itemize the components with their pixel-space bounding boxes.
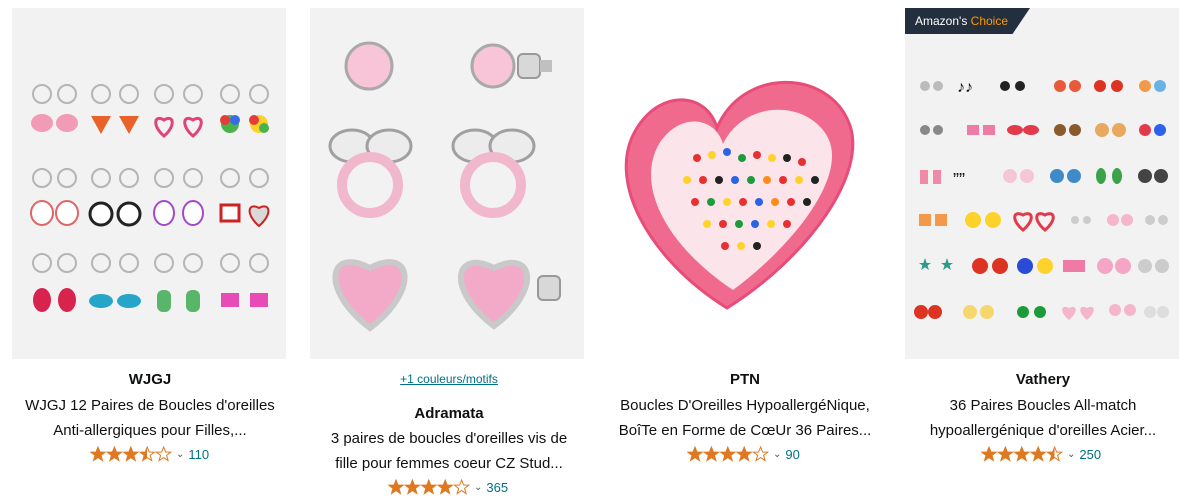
star-rating-icon bbox=[981, 446, 1063, 462]
star-icon bbox=[90, 446, 107, 462]
product-image[interactable] bbox=[607, 8, 881, 359]
star-rating-icon bbox=[90, 446, 172, 462]
star-icon bbox=[702, 446, 721, 462]
rating-row[interactable]: ⌄ 90 bbox=[687, 444, 800, 464]
rating-row[interactable]: ⌄ 250 bbox=[981, 444, 1101, 464]
product-title-line1[interactable]: 3 paires de boucles d'oreilles vis de bbox=[299, 426, 599, 451]
star-icon bbox=[388, 479, 405, 495]
star-rating-icon bbox=[388, 479, 470, 495]
stud-earrings-image bbox=[328, 41, 561, 332]
star-icon bbox=[138, 446, 156, 462]
product-image[interactable] bbox=[310, 8, 584, 359]
star-icon bbox=[436, 479, 454, 495]
star-rating-icon bbox=[687, 446, 769, 462]
star-icon bbox=[105, 446, 124, 462]
brand-name: Vathery bbox=[1015, 371, 1071, 388]
star-icon bbox=[981, 446, 998, 462]
product-title-line2[interactable]: hypoallergénique d'oreilles Acier... bbox=[893, 418, 1193, 443]
product-image[interactable] bbox=[12, 8, 286, 359]
chevron-down-icon: ⌄ bbox=[773, 448, 782, 460]
brand-name: WJGJ bbox=[128, 371, 172, 388]
chevron-down-icon: ⌄ bbox=[474, 481, 483, 493]
star-icon bbox=[154, 446, 172, 462]
star-icon bbox=[403, 479, 422, 495]
star-icon bbox=[735, 446, 753, 462]
stud-grid-image: ♪♪ ”” bbox=[914, 79, 1169, 320]
review-count[interactable]: 365 bbox=[486, 480, 508, 495]
amazons-choice-badge: Amazon's Choice bbox=[905, 8, 1031, 34]
badge-accent-label: Choice bbox=[970, 14, 1009, 28]
product-title-line2[interactable]: fille pour femmes coeur CZ Stud... bbox=[299, 451, 599, 476]
star-icon bbox=[687, 446, 704, 462]
star-icon bbox=[452, 479, 470, 495]
star-icon bbox=[751, 446, 769, 462]
hoop-earrings-image bbox=[30, 84, 270, 312]
product-title-line2[interactable]: Anti-allergiques pour Filles,... bbox=[0, 418, 300, 443]
rating-row[interactable]: ⌄ 110 bbox=[90, 444, 209, 464]
review-count[interactable]: 250 bbox=[1079, 447, 1101, 462]
star-icon bbox=[719, 446, 737, 462]
review-count[interactable]: 90 bbox=[785, 447, 799, 462]
star-icon bbox=[122, 446, 140, 462]
star-icon bbox=[996, 446, 1015, 462]
star-icon bbox=[1029, 446, 1047, 462]
chevron-down-icon: ⌄ bbox=[176, 448, 185, 460]
badge-label: Amazon's bbox=[915, 14, 968, 28]
brand-name: Adramata bbox=[414, 405, 484, 422]
svg-text:♪♪: ♪♪ bbox=[957, 79, 973, 96]
product-image[interactable]: ♪♪ ”” Amazon's Choice bbox=[905, 8, 1179, 359]
star-icon bbox=[1045, 446, 1063, 462]
chevron-down-icon: ⌄ bbox=[1067, 448, 1076, 460]
svg-text:””: ”” bbox=[953, 170, 965, 190]
star-icon bbox=[1013, 446, 1031, 462]
star-icon bbox=[420, 479, 438, 495]
product-title-line1[interactable]: WJGJ 12 Paires de Boucles d'oreilles bbox=[0, 393, 300, 418]
heart-box-image bbox=[624, 80, 855, 310]
review-count[interactable]: 110 bbox=[188, 447, 209, 462]
rating-row[interactable]: ⌄ 365 bbox=[388, 477, 508, 497]
brand-name: PTN bbox=[730, 371, 760, 388]
product-title-line1[interactable]: Boucles D'Oreilles HypoallergéNique, bbox=[595, 393, 895, 418]
product-title-line1[interactable]: 36 Paires Boucles All-match bbox=[893, 393, 1193, 418]
product-title-line2[interactable]: BoîTe en Forme de CœUr 36 Paires... bbox=[595, 418, 895, 443]
variant-link[interactable]: +1 couleurs/motifs bbox=[299, 372, 599, 386]
